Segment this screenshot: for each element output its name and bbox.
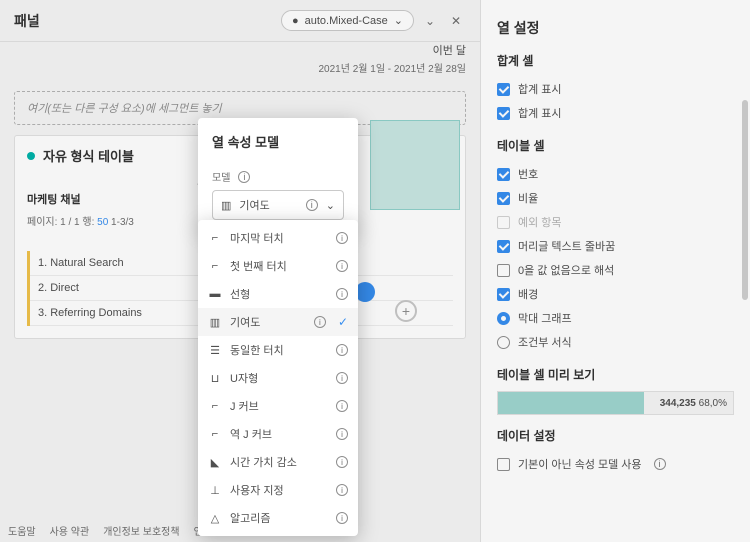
check-icon: ✓ (338, 315, 348, 329)
model-option-label: 시간 가치 감소 (230, 454, 328, 470)
model-option-label: 선형 (230, 286, 328, 302)
model-icon: ▥ (208, 316, 222, 329)
info-icon[interactable]: i (336, 288, 348, 300)
modal-title: 열 속성 모델 (212, 132, 344, 151)
checkbox-background[interactable]: 배경 (497, 282, 734, 306)
info-icon[interactable]: i (336, 260, 348, 272)
checkbox-ratio[interactable]: 비율 (497, 186, 734, 210)
right-panel-title: 열 설정 (497, 18, 734, 38)
model-icon: △ (208, 512, 222, 525)
section-preview: 테이블 셀 미리 보기 (497, 366, 734, 383)
model-option[interactable]: ◣ 시간 가치 감소 i (198, 448, 358, 476)
model-icon: ⌐ (208, 232, 222, 244)
radio-conditional-format[interactable]: 조건부 서식 (497, 330, 734, 354)
model-option-label: 마지막 터치 (230, 230, 328, 246)
model-option-label: 사용자 지정 (230, 482, 328, 498)
blue-action-button[interactable] (355, 282, 375, 302)
card-title: 자유 형식 테이블 (43, 146, 134, 165)
checkbox-number[interactable]: 번호 (497, 162, 734, 186)
date-range: 2021년 2월 1일 - 2021년 2월 28일 (14, 60, 466, 75)
model-option-label: 역 J 커브 (230, 426, 328, 442)
info-icon[interactable]: i (336, 456, 348, 468)
radio-bar-graph[interactable]: 막대 그래프 (497, 306, 734, 330)
model-icon: ◣ (208, 456, 222, 469)
model-option[interactable]: ☰ 동일한 터치 i (198, 336, 358, 364)
dropdown-dot-icon: ● (292, 15, 299, 27)
checkbox-exclude: 예외 항목 (497, 210, 734, 234)
model-option[interactable]: ⊔ U자형 i (198, 364, 358, 392)
info-icon[interactable]: i (654, 458, 666, 470)
cell-preview: 344,235 68,0% (497, 391, 734, 415)
model-icon: ⌐ (208, 260, 222, 272)
date-label: 이번 달 (14, 42, 466, 58)
info-icon[interactable]: i (314, 316, 326, 328)
model-option[interactable]: ⌐ 마지막 터치 i (198, 224, 358, 252)
info-icon[interactable]: i (336, 428, 348, 440)
panel-title: 패널 (14, 11, 40, 31)
model-option-label: 알고리즘 (230, 510, 328, 526)
model-option-label: 첫 번째 터치 (230, 258, 328, 274)
info-icon[interactable]: i (336, 484, 348, 496)
dropdown-label: auto.Mixed-Case (305, 15, 388, 27)
section-table-cell: 테이블 셀 (497, 137, 734, 154)
model-icon: ▬ (208, 288, 222, 300)
attribution-model-modal: 열 속성 모델 모델 i ▥ 기여도 i ⌄ (198, 118, 358, 230)
model-icon: ⊔ (208, 372, 222, 385)
chevron-down-icon: ⌄ (326, 199, 335, 212)
model-icon: ⊥ (208, 484, 222, 497)
model-option[interactable]: ⌐ J 커브 i (198, 392, 358, 420)
footer-help[interactable]: 도움말 (8, 523, 36, 538)
chevron-down-icon[interactable]: ⌄ (420, 11, 440, 31)
model-option-label: 동일한 터치 (230, 342, 328, 358)
mini-chart (370, 120, 465, 260)
model-option[interactable]: ⌐ 첫 번째 터치 i (198, 252, 358, 280)
model-icon: ⌐ (208, 400, 222, 412)
checkbox-show-total-1[interactable]: 합계 표시 (497, 77, 734, 101)
add-icon[interactable]: + (395, 300, 417, 322)
modal-field-label: 모델 i (212, 169, 344, 184)
info-icon[interactable]: i (238, 171, 250, 183)
scrollbar[interactable] (742, 100, 748, 300)
model-option[interactable]: ▥ 기여도 i ✓ (198, 308, 358, 336)
footer-privacy[interactable]: 개인정보 보호정책 (103, 523, 179, 538)
checkbox-wrap-header[interactable]: 머리글 텍스트 줄바꿈 (497, 234, 734, 258)
checkbox-zero-as-empty[interactable]: 0을 값 없음으로 해석 (497, 258, 734, 282)
model-option-label: U자형 (230, 370, 328, 386)
model-option[interactable]: ▬ 선형 i (198, 280, 358, 308)
model-option[interactable]: △ 알고리즘 i (198, 504, 358, 532)
model-option-label: J 커브 (230, 398, 328, 414)
model-option[interactable]: ⌐ 역 J 커브 i (198, 420, 358, 448)
card-status-dot-icon (27, 152, 35, 160)
model-dropdown-list: ⌐ 마지막 터치 i ⌐ 첫 번째 터치 i ▬ 선형 i ▥ 기여도 i ✓ ☰ 동일한 터치 i ⊔ U자형 i… (198, 220, 358, 536)
model-option-label: 기여도 (230, 314, 306, 330)
footer-terms[interactable]: 사용 약관 (50, 523, 90, 538)
column-settings-panel: 열 설정 합계 셀 합계 표시 합계 표시 테이블 셀 번호 비율 예외 항목 … (480, 0, 750, 542)
checkbox-show-total-2[interactable]: 합계 표시 (497, 101, 734, 125)
info-icon[interactable]: i (336, 400, 348, 412)
info-icon: i (306, 199, 318, 211)
info-icon[interactable]: i (336, 344, 348, 356)
close-icon[interactable]: ✕ (446, 11, 466, 31)
info-icon[interactable]: i (336, 372, 348, 384)
checkbox-nondefault-model[interactable]: 기본이 아닌 속성 모델 사용i (497, 452, 734, 476)
model-select[interactable]: ▥ 기여도 i ⌄ (212, 190, 344, 220)
model-option[interactable]: ⊥ 사용자 지정 i (198, 476, 358, 504)
model-icon: ☰ (208, 344, 222, 357)
section-data-settings: 데이터 설정 (497, 427, 734, 444)
model-icon: ⌐ (208, 428, 222, 440)
section-totals: 합계 셀 (497, 52, 734, 69)
bars-icon: ▥ (221, 199, 231, 212)
info-icon[interactable]: i (336, 232, 348, 244)
info-icon[interactable]: i (336, 512, 348, 524)
chevron-down-icon: ⌄ (394, 14, 403, 27)
suite-dropdown[interactable]: ● auto.Mixed-Case ⌄ (281, 10, 414, 31)
